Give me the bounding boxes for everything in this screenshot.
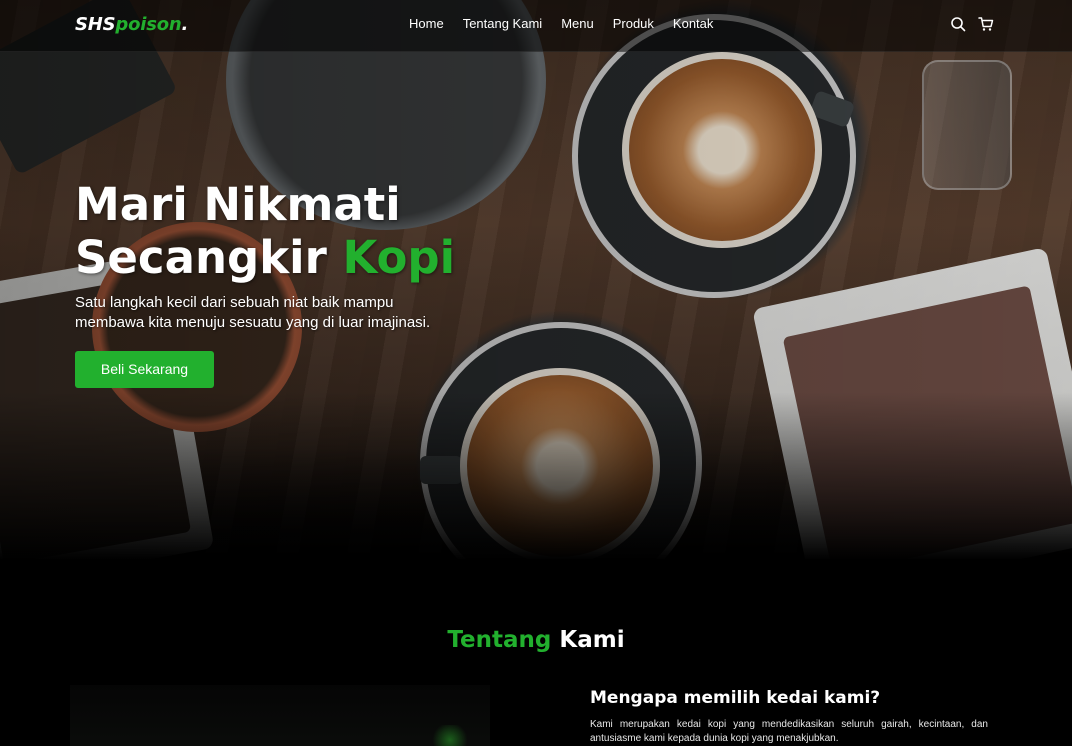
logo-main: SHS (75, 14, 116, 35)
about-image (70, 685, 490, 746)
buy-now-button[interactable]: Beli Sekarang (75, 351, 214, 388)
nav-icons (950, 16, 994, 32)
hero-content: Mari Nikmati Secangkir Kopi Satu langkah… (75, 178, 455, 388)
search-icon[interactable] (950, 16, 966, 32)
nav-link-kontak[interactable]: Kontak (673, 16, 713, 31)
hero-title: Mari Nikmati Secangkir Kopi (75, 178, 455, 284)
nav-link-tentang-kami[interactable]: Tentang Kami (463, 16, 543, 31)
about-heading: Mengapa memilih kedai kami? (590, 688, 881, 708)
shopping-cart-icon[interactable] (978, 16, 994, 32)
hero-description: Satu langkah kecil dari sebuah niat baik… (75, 294, 431, 331)
hero-title-line2: Secangkir (75, 231, 327, 284)
nav-link-home[interactable]: Home (409, 16, 444, 31)
logo-accent: poison (115, 14, 182, 35)
logo-dot: . (181, 14, 189, 35)
nav-links: Home Tentang Kami Menu Produk Kontak (409, 16, 713, 31)
hero-title-line1: Mari Nikmati (75, 178, 401, 231)
about-title-accent: Tentang (447, 627, 552, 653)
about-title: Tentang Kami (0, 627, 1072, 653)
nav-link-menu[interactable]: Menu (561, 16, 594, 31)
hero-title-accent: Kopi (342, 231, 456, 284)
nav-link-produk[interactable]: Produk (613, 16, 654, 31)
about-section: Tentang Kami Mengapa memilih kedai kami?… (0, 560, 1072, 746)
about-title-plain: Kami (559, 627, 625, 653)
navbar: SHSpoison. Home Tentang Kami Menu Produk… (0, 0, 1072, 52)
hero-section: Mari Nikmati Secangkir Kopi Satu langkah… (0, 0, 1072, 560)
logo[interactable]: SHSpoison. (75, 14, 188, 35)
about-text: Kami merupakan kedai kopi yang mendedika… (590, 719, 988, 744)
